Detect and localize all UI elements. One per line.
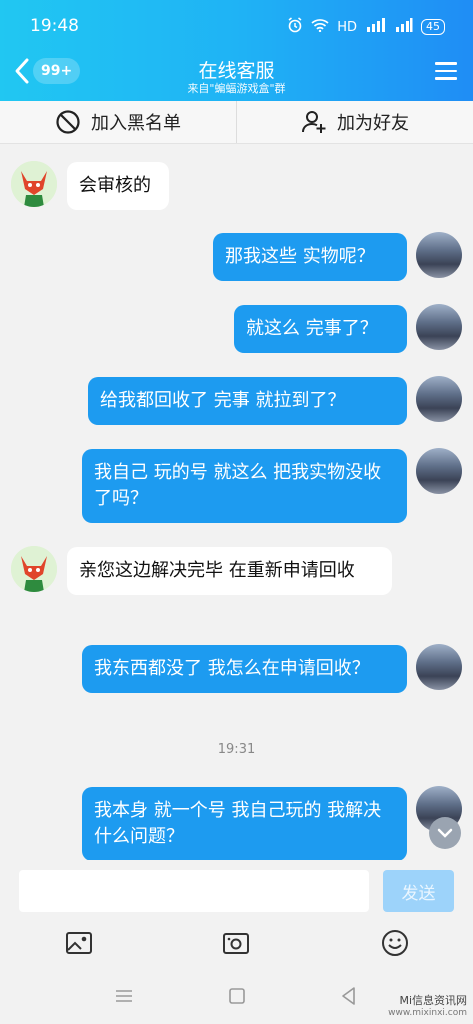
add-friend-button[interactable]: 加为好友 (236, 101, 473, 143)
page-subtitle: 来自"蝙蝠游戏盒"群 (187, 82, 286, 95)
status-time: 19:48 (30, 16, 79, 36)
message-bubble: 我东西都没了 我怎么在申请回收？ (82, 645, 407, 693)
message-bubble: 那我这些 实物呢？ (213, 233, 407, 281)
message-bubble: 会审核的 (67, 162, 169, 210)
alarm-icon (287, 17, 303, 37)
composer-toolbar (0, 920, 473, 966)
user-avatar[interactable] (416, 232, 462, 278)
signal-icon (365, 18, 387, 36)
emoji-button[interactable] (380, 928, 410, 958)
add-user-icon (302, 111, 326, 133)
menu-icon[interactable] (435, 62, 457, 80)
watermark: Mi信息资讯网 www.mixinxi.com (388, 995, 467, 1019)
network-label: HD (337, 19, 357, 35)
send-button[interactable]: 发送 (383, 870, 454, 912)
user-avatar[interactable] (416, 304, 462, 350)
header: 19:48 HD 45 99+ 在线客服 来自"蝙蝠游戏盒"群 (0, 0, 473, 101)
watermark-url: www.mixinxi.com (388, 1008, 467, 1018)
camera-icon (223, 933, 249, 954)
block-icon (56, 110, 80, 134)
image-icon (66, 932, 92, 954)
emoji-icon (382, 930, 408, 956)
message-input[interactable] (19, 870, 369, 912)
message-bubble: 我自己 玩的号 就这么 把我实物没收了吗？ (82, 449, 407, 523)
chevron-down-icon (437, 828, 453, 838)
signal-icon-2 (395, 18, 413, 36)
battery-indicator: 45 (421, 19, 445, 35)
message-bubble: 给我都回收了 完事 就拉到了？ (88, 377, 407, 425)
user-avatar[interactable] (416, 376, 462, 422)
fox-avatar-icon (11, 161, 57, 207)
page-title: 在线客服 (198, 60, 275, 82)
recent-apps-button[interactable] (113, 985, 135, 1007)
status-bar: 19:48 HD 45 (0, 0, 473, 48)
agent-avatar[interactable] (11, 161, 57, 207)
nav-back-button[interactable] (338, 985, 360, 1007)
action-bar: 加入黑名单 加为好友 (0, 101, 473, 144)
agent-avatar[interactable] (11, 546, 57, 592)
menu-lines-icon (116, 990, 132, 1002)
composer: 发送 (0, 860, 473, 920)
block-label: 加入黑名单 (91, 113, 181, 134)
user-avatar[interactable] (416, 644, 462, 690)
add-friend-label: 加为好友 (337, 113, 409, 134)
scroll-down-button[interactable] (429, 817, 461, 849)
image-button[interactable] (64, 928, 94, 958)
camera-button[interactable] (221, 928, 251, 958)
message-bubble: 就这么 完事了？ (234, 305, 407, 353)
message-timestamp: 19:31 (217, 742, 256, 757)
fox-avatar-icon (11, 546, 57, 592)
square-icon (229, 988, 245, 1004)
triangle-back-icon (342, 987, 355, 1005)
home-button[interactable] (226, 985, 248, 1007)
wifi-icon (311, 18, 329, 36)
message-bubble: 我本身 就一个号 我自己玩的 我解决什么问题？ (82, 787, 407, 861)
block-button[interactable]: 加入黑名单 (0, 101, 236, 143)
message-bubble: 亲您这边解决完毕 在重新申请回收 (67, 547, 392, 595)
user-avatar[interactable] (416, 448, 462, 494)
watermark-name: Mi信息资讯网 (399, 994, 467, 1007)
status-icons: HD 45 (287, 17, 445, 37)
